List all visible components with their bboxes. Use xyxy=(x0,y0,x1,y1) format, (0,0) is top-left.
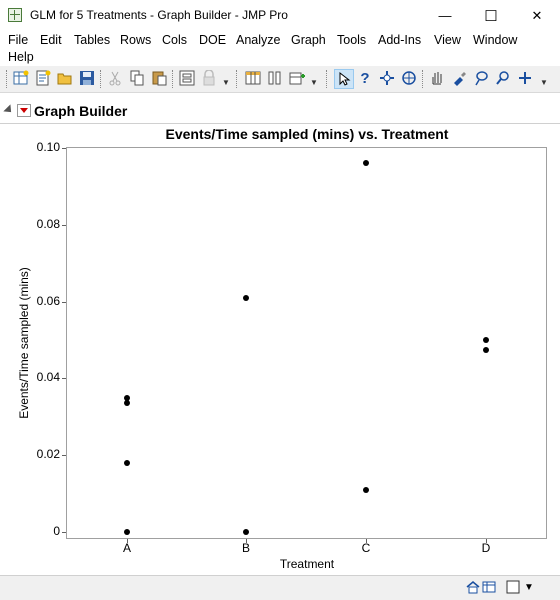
y-tick-label: 0 xyxy=(53,524,60,538)
window-title: GLM for 5 Treatments - Graph Builder - J… xyxy=(30,8,288,22)
hand-icon[interactable] xyxy=(428,69,446,87)
table-window-icon[interactable] xyxy=(482,580,496,594)
magnifier-icon[interactable] xyxy=(494,69,512,87)
status-bar: ▼ xyxy=(0,575,560,600)
red-triangle-menu-icon[interactable] xyxy=(17,104,31,117)
data-point[interactable] xyxy=(124,529,130,535)
menu-doe[interactable]: DOE xyxy=(199,33,226,47)
minimize-icon: — xyxy=(438,8,452,23)
menu-window[interactable]: Window xyxy=(473,33,517,47)
data-point[interactable] xyxy=(243,294,249,301)
chart-title: Events/Time sampled (mins) vs. Treatment xyxy=(165,126,449,142)
x-axis-label[interactable]: Treatment xyxy=(66,557,548,571)
menu-cols[interactable]: Cols xyxy=(162,33,187,47)
title-bar: GLM for 5 Treatments - Graph Builder - J… xyxy=(0,0,560,31)
new-data-table-icon[interactable] xyxy=(12,69,30,87)
plus-icon[interactable] xyxy=(516,69,534,87)
menu-analyze[interactable]: Analyze xyxy=(236,33,280,47)
save-icon[interactable] xyxy=(78,69,96,87)
menu-help[interactable]: Help xyxy=(8,50,34,64)
data-point[interactable] xyxy=(124,459,130,466)
dropdown-arrow-icon[interactable]: ▼ xyxy=(524,580,534,594)
arrow-select-icon[interactable] xyxy=(334,69,354,89)
minimize-button[interactable]: — xyxy=(422,0,468,31)
x-tick-mark xyxy=(486,539,487,543)
menu-add-ins[interactable]: Add-Ins xyxy=(378,33,421,47)
paste-icon[interactable] xyxy=(150,69,168,87)
y-tick-label: 0.10 xyxy=(36,140,60,154)
columns-icon[interactable] xyxy=(266,69,284,87)
plot-area[interactable] xyxy=(66,147,547,539)
y-axis-label[interactable]: Events/Time sampled (mins) xyxy=(17,267,31,419)
copy-icon[interactable] xyxy=(128,69,146,87)
menu-tools[interactable]: Tools xyxy=(337,33,366,47)
help-question-icon[interactable]: ? xyxy=(356,69,374,87)
x-tick-label: D xyxy=(481,541,491,555)
home-icon[interactable] xyxy=(466,580,480,594)
menu-tables[interactable]: Tables xyxy=(74,33,110,47)
jmp-app-icon xyxy=(8,8,22,22)
x-tick-mark xyxy=(366,539,367,543)
target-icon[interactable] xyxy=(400,69,418,87)
add-table-icon[interactable] xyxy=(288,69,306,87)
menu-view[interactable]: View xyxy=(434,33,461,47)
new-script-icon[interactable] xyxy=(34,69,52,87)
cut-icon[interactable] xyxy=(106,69,124,87)
graph-builder-title: Graph Builder xyxy=(34,103,128,119)
crosshair-icon[interactable] xyxy=(378,69,396,87)
toolbar: ▼ ▼ ? ▼ xyxy=(0,66,560,93)
x-tick-label: C xyxy=(361,541,371,555)
window-select-icon[interactable] xyxy=(506,580,520,594)
outline-divider xyxy=(0,123,560,124)
toolbar-grip xyxy=(6,70,9,88)
close-button[interactable]: ✕ xyxy=(514,0,560,31)
x-tick-mark xyxy=(246,539,247,543)
data-point[interactable] xyxy=(363,486,369,493)
close-icon: ✕ xyxy=(531,7,543,23)
y-tick-label: 0.08 xyxy=(36,216,60,231)
disclosure-triangle-icon[interactable] xyxy=(3,104,15,116)
script-icon[interactable] xyxy=(178,69,196,87)
x-tick-mark xyxy=(127,539,128,543)
lock-icon[interactable] xyxy=(200,69,218,87)
data-point[interactable] xyxy=(124,400,130,407)
maximize-icon: ☐ xyxy=(484,7,498,25)
menu-file[interactable]: File xyxy=(8,33,28,47)
data-grid-icon[interactable] xyxy=(244,69,262,87)
data-point[interactable] xyxy=(483,337,489,343)
maximize-button[interactable]: ☐ xyxy=(468,0,514,31)
menu-edit[interactable]: Edit xyxy=(40,33,62,47)
toolbar-overflow-icon[interactable]: ▼ xyxy=(222,78,230,87)
data-point[interactable] xyxy=(243,529,249,535)
data-point[interactable] xyxy=(483,346,489,353)
x-tick-label: B xyxy=(241,541,250,555)
menu-bar: File Edit Tables Rows Cols DOE Analyze G… xyxy=(0,31,560,65)
x-tick-label: A xyxy=(122,541,131,555)
lasso-icon[interactable] xyxy=(472,69,490,87)
menu-graph[interactable]: Graph xyxy=(291,33,326,47)
data-point[interactable] xyxy=(363,160,369,167)
brush-icon[interactable] xyxy=(450,69,468,87)
open-icon[interactable] xyxy=(56,69,74,87)
y-tick-label: 0.02 xyxy=(36,447,60,462)
menu-rows[interactable]: Rows xyxy=(120,33,151,47)
